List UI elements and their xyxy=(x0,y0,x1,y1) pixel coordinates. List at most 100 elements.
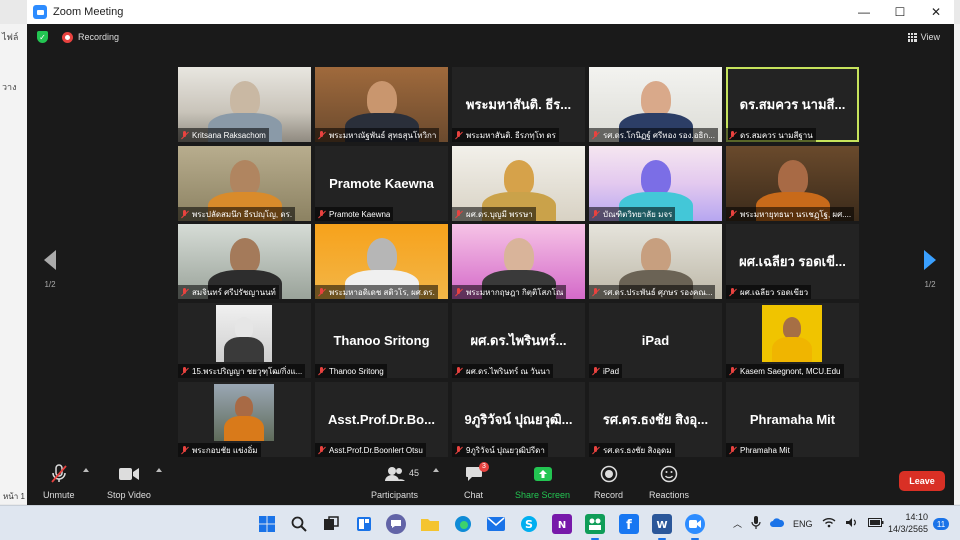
participants-icon xyxy=(384,464,406,484)
word-icon[interactable]: W xyxy=(652,514,672,540)
chat-unread-badge: 3 xyxy=(479,462,489,472)
close-button[interactable]: ✕ xyxy=(918,0,954,24)
share-screen-button[interactable]: Share Screen xyxy=(515,464,570,500)
clock[interactable]: 14:10 14/3/2565 xyxy=(888,511,928,535)
muted-mic-icon xyxy=(180,287,189,297)
chevron-left-icon xyxy=(44,250,56,270)
participant-name: พระปลัดสมนึก ธีรปญฺโญ, ดร. xyxy=(192,209,293,219)
participant-name-label: สมจินทร์ ศรีปรัชญานนท์ xyxy=(178,285,279,299)
participant-name: Phramaha Mit xyxy=(740,445,790,455)
muted-mic-icon xyxy=(591,209,600,219)
svg-text:W: W xyxy=(656,520,667,530)
leave-button[interactable]: Leave xyxy=(899,471,945,491)
participant-name: Pramote Kaewna xyxy=(329,209,391,219)
language-indicator[interactable]: ENG xyxy=(793,519,813,529)
participant-name: Thanoo Sritong xyxy=(329,366,384,376)
unmute-button[interactable]: Unmute xyxy=(43,464,75,500)
participant-tile[interactable]: พระกอบชัย แข่งอิ่ม xyxy=(178,382,311,457)
unmute-label: Unmute xyxy=(43,490,75,500)
participant-tile[interactable]: สมจินทร์ ศรีปรัชญานนท์ xyxy=(178,224,311,299)
muted-mic-icon xyxy=(317,366,326,376)
teams-app-icon[interactable] xyxy=(585,514,605,540)
participant-tile[interactable]: ผศ.ดร.บุญมี พรรษา xyxy=(452,146,585,221)
chevron-up-icon[interactable]: ︿ xyxy=(733,517,742,530)
participant-tile[interactable]: พระมหาสันติ. ธีร... พระมหาสันติ. ธีรภทฺโท… xyxy=(452,67,585,142)
record-button[interactable]: Record xyxy=(594,464,623,500)
participant-tile[interactable]: Kasem Saegnont, MCU.Edu xyxy=(726,303,859,378)
participant-name-label: Pramote Kaewna xyxy=(315,207,394,221)
participant-name: 15.พระปริญญา ชยวุฑฺโฒ/กิ่งแ... xyxy=(192,366,303,376)
participant-tile[interactable]: พระมหายุทธนา นรเชฏฺโฐ, ผศ.... xyxy=(726,146,859,221)
file-explorer-icon[interactable] xyxy=(420,514,440,534)
participant-tile[interactable]: พระมหากฤษฎา กิตฺติโสภโณ xyxy=(452,224,585,299)
previous-page-button[interactable]: 1/2 xyxy=(40,250,60,290)
participant-name-label: พระกอบชัย แข่งอิ่ม xyxy=(178,443,261,457)
chat-label: Chat xyxy=(464,490,484,500)
view-button[interactable]: View xyxy=(904,28,944,46)
reactions-button[interactable]: Reactions xyxy=(649,464,689,500)
participant-tile[interactable]: ผศ.ดร.ไพรินทร์... ผศ.ดร.ไพรินทร์ ณ วันนา xyxy=(452,303,585,378)
muted-mic-icon xyxy=(454,130,463,140)
widgets-icon[interactable] xyxy=(354,514,374,534)
participant-name-label: 15.พระปริญญา ชยวุฑฺโฒ/กิ่งแ... xyxy=(178,364,306,378)
video-camera-icon xyxy=(118,464,140,484)
background-ribbon-left: ไฟล์ วาง xyxy=(0,24,28,504)
participant-tile[interactable]: รศ.ดร.ธงชัย สิงอุ... รศ.ดร.ธงชัย สิงอุดม xyxy=(589,382,722,457)
participant-name-label: บัณฑิตวิทยาลัย มจร xyxy=(589,207,676,221)
svg-text:S: S xyxy=(525,518,533,531)
participant-tile[interactable]: รศ.ดร.ประพันธ์ ศุภษร รองคณ... xyxy=(589,224,722,299)
participant-tile[interactable]: รศ.ดร.โกนิฏฐ์ ศรีทอง รอง.อธิก... xyxy=(589,67,722,142)
battery-icon[interactable] xyxy=(867,518,884,529)
participant-tile[interactable]: พระปลัดสมนึก ธีรปญฺโญ, ดร. xyxy=(178,146,311,221)
cloud-icon[interactable] xyxy=(770,517,785,530)
participant-name: Kasem Saegnont, MCU.Edu xyxy=(740,366,841,376)
onenote-icon[interactable]: N xyxy=(552,514,572,534)
recording-icon[interactable] xyxy=(62,31,73,43)
participant-tile[interactable]: ดร.สมควร นามสี... ดร.สมควร นามสีฐาน xyxy=(726,67,859,142)
participant-tile[interactable]: Phramaha Mit Phramaha Mit xyxy=(726,382,859,457)
edge-browser-icon[interactable] xyxy=(453,514,473,534)
participant-tile[interactable]: Pramote Kaewna Pramote Kaewna xyxy=(315,146,448,221)
participants-options-caret[interactable] xyxy=(433,468,439,472)
video-options-caret[interactable] xyxy=(156,468,162,472)
reactions-label: Reactions xyxy=(649,490,690,500)
wifi-icon[interactable] xyxy=(822,517,836,530)
security-shield-icon[interactable]: ✓ xyxy=(37,31,48,43)
start-windows-icon[interactable] xyxy=(257,514,277,534)
search-icon[interactable] xyxy=(289,514,309,534)
participant-name-label: รศ.ดร.โกนิฏฐ์ ศรีทอง รอง.อธิก... xyxy=(589,128,718,142)
zoom-taskbar-icon[interactable] xyxy=(685,514,705,540)
task-view-icon[interactable] xyxy=(321,514,341,534)
mail-icon[interactable] xyxy=(486,514,506,534)
maximize-button[interactable]: ☐ xyxy=(882,0,918,24)
participant-name: บัณฑิตวิทยาลัย มจร xyxy=(603,209,673,219)
minimize-button[interactable]: — xyxy=(846,0,882,24)
tray-microphone-icon[interactable] xyxy=(751,515,761,532)
participant-tile[interactable]: บัณฑิตวิทยาลัย มจร xyxy=(589,146,722,221)
teams-chat-icon[interactable] xyxy=(386,514,406,534)
participant-tile[interactable]: iPad iPad xyxy=(589,303,722,378)
participant-tile[interactable]: พระมหาณัฐพันธ์ สุทธสุนโทวิกา xyxy=(315,67,448,142)
participant-tile[interactable]: 9ภูริวัจน์ ปุณยวุฒิ... 9ภูริวัจน์ ปุณยวุฒ… xyxy=(452,382,585,457)
notification-badge[interactable]: 11 xyxy=(933,518,949,530)
participant-name-label: พระมหาสันติ. ธีรภทฺโท ดร xyxy=(452,128,559,142)
next-page-button[interactable]: 1/2 xyxy=(920,250,940,290)
volume-icon[interactable] xyxy=(845,517,859,530)
muted-mic-icon xyxy=(180,209,189,219)
stop-video-button[interactable]: Stop Video xyxy=(107,464,151,500)
clock-date: 14/3/2565 xyxy=(887,524,928,534)
audio-options-caret[interactable] xyxy=(83,468,89,472)
zoom-app-icon xyxy=(33,5,47,19)
participant-tile[interactable]: Thanoo Sritong Thanoo Sritong xyxy=(315,303,448,378)
participant-name-label: ผศ.ดร.บุญมี พรรษา xyxy=(452,207,536,221)
participant-name-label: ผศ.ดร.ไพรินทร์ ณ วันนา xyxy=(452,364,554,378)
participant-tile[interactable]: พระมหาอดิเดช สติวโร, ผศ.ดร. xyxy=(315,224,448,299)
participant-tile[interactable]: Asst.Prof.Dr.Bo... Asst.Prof.Dr.Boonlert … xyxy=(315,382,448,457)
participant-tile[interactable]: 15.พระปริญญา ชยวุฑฺโฒ/กิ่งแ... xyxy=(178,303,311,378)
participant-tile[interactable]: Kritsana Raksachom xyxy=(178,67,311,142)
participant-name-label: พระปลัดสมนึก ธีรปญฺโญ, ดร. xyxy=(178,207,296,221)
muted-mic-icon xyxy=(728,130,737,140)
facebook-icon[interactable]: f xyxy=(619,514,639,534)
participant-tile[interactable]: ผศ.เฉลียว รอดเขี... ผศ.เฉลียว รอดเขียว xyxy=(726,224,859,299)
skype-icon[interactable]: S xyxy=(519,514,539,534)
